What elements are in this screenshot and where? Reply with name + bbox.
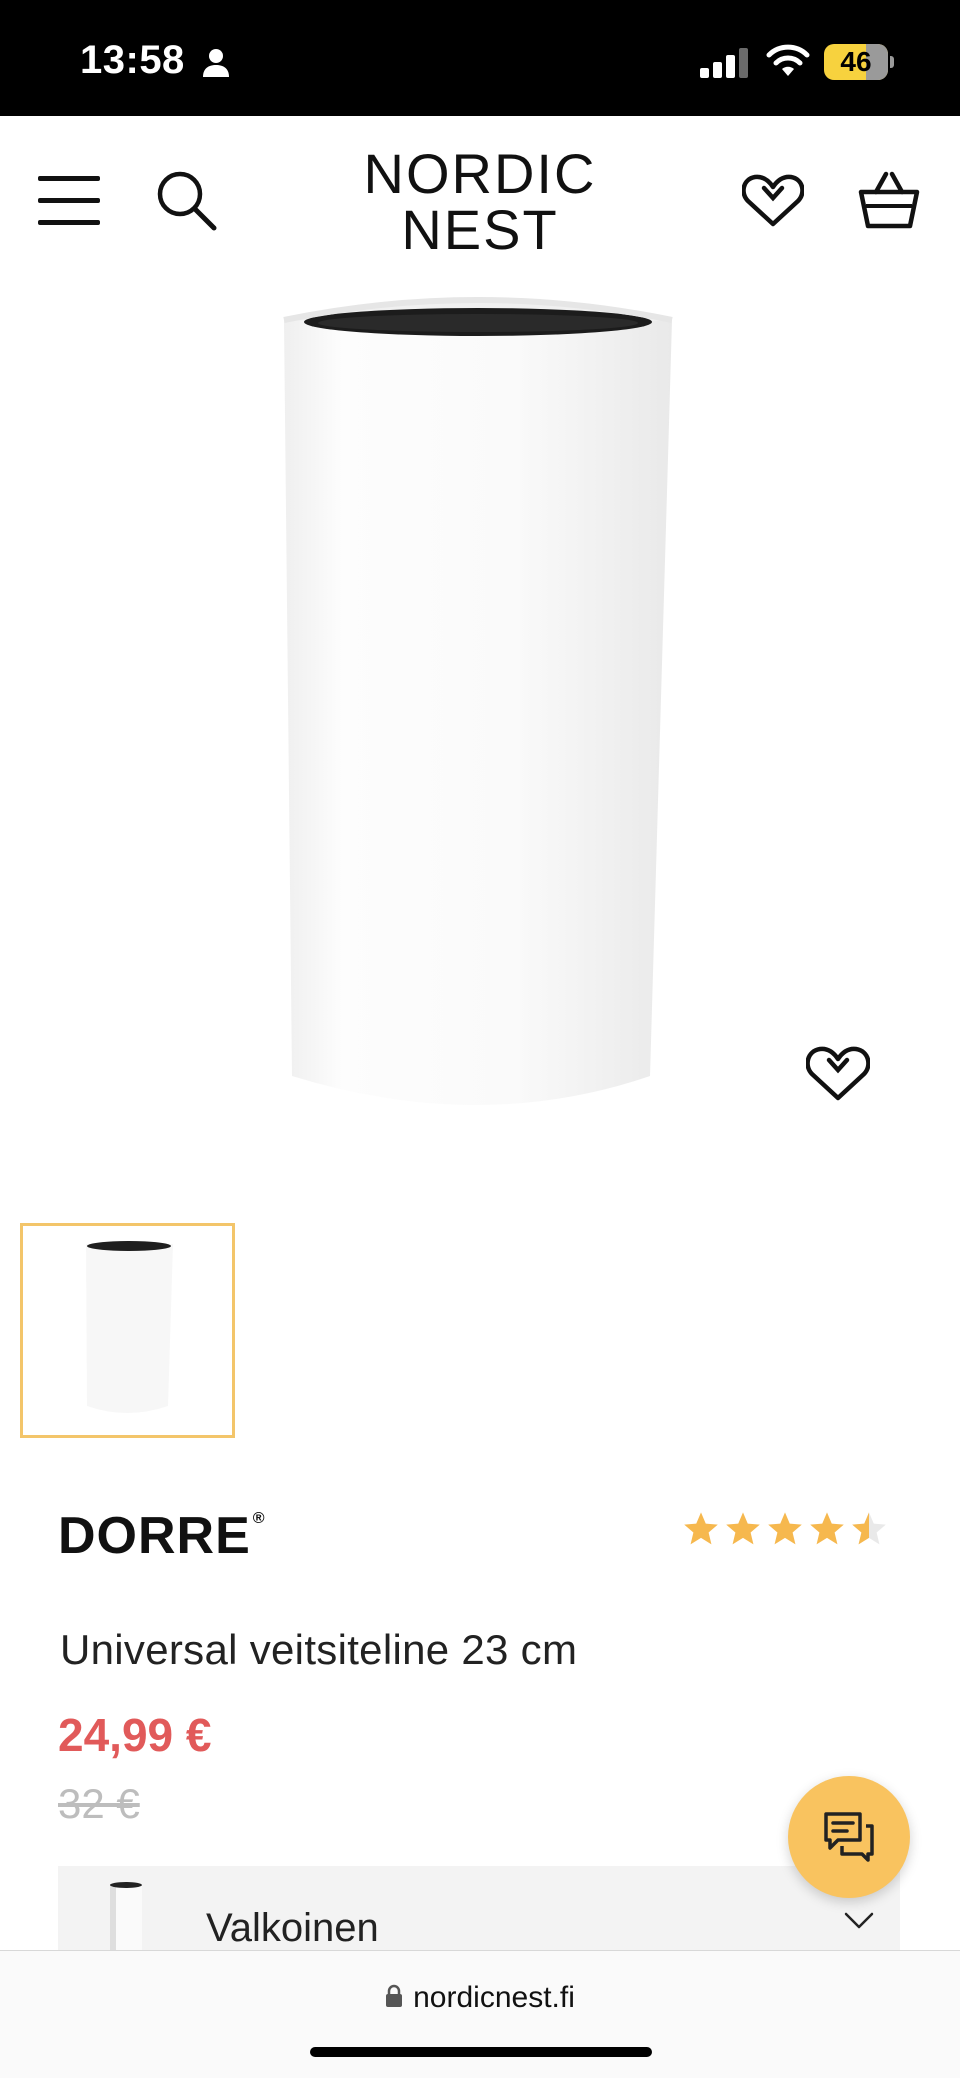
star-icon — [726, 1512, 760, 1545]
brand-registered-mark: ® — [252, 1510, 266, 1527]
thumbnail-image — [86, 1241, 173, 1413]
person-icon — [203, 49, 229, 77]
site-header: NORDIC NEST — [0, 116, 960, 286]
price-current: 24,99 € — [58, 1709, 212, 1761]
variant-label: Valkoinen — [206, 1906, 379, 1950]
status-time: 13:58 — [80, 38, 185, 82]
cart-icon[interactable] — [858, 170, 920, 232]
rating-stars[interactable] — [682, 1510, 888, 1548]
menu-icon[interactable] — [38, 176, 100, 226]
star-icon — [768, 1512, 802, 1545]
product-title: Universal veitsiteline 23 cm — [60, 1626, 578, 1673]
product-image[interactable] — [0, 286, 960, 1176]
status-bar: 13:58 46 — [0, 0, 960, 116]
logo-line-2: NEST — [401, 198, 559, 261]
site-logo[interactable]: NORDIC NEST — [340, 146, 620, 258]
battery-indicator: 46 — [824, 44, 894, 80]
chat-icon — [824, 1812, 874, 1862]
knife-block-image — [283, 297, 673, 1105]
price-old: 32 € — [58, 1780, 140, 1827]
url-display[interactable]: nordicnest.fi — [0, 1981, 960, 2015]
star-icon — [810, 1512, 844, 1545]
brand-logo[interactable]: DORRE ® — [58, 1506, 266, 1566]
star-half-icon — [852, 1512, 886, 1545]
signal-icon — [700, 48, 748, 78]
chat-button[interactable] — [788, 1776, 910, 1898]
wifi-icon — [766, 44, 810, 76]
wishlist-icon[interactable] — [742, 174, 804, 228]
heart-icon[interactable] — [806, 1046, 870, 1102]
chevron-down-icon — [844, 1912, 874, 1929]
lock-icon — [386, 1984, 403, 2008]
thumbnail-selected[interactable] — [20, 1223, 235, 1438]
search-icon[interactable] — [156, 170, 218, 232]
url-text: nordicnest.fi — [413, 1981, 575, 2014]
star-icon — [684, 1512, 718, 1545]
brand-name: DORRE — [58, 1507, 251, 1565]
browser-address-bar[interactable]: nordicnest.fi — [0, 1950, 960, 2078]
battery-level: 46 — [840, 46, 872, 77]
logo-line-1: NORDIC — [363, 142, 597, 205]
home-indicator[interactable] — [310, 2047, 652, 2057]
